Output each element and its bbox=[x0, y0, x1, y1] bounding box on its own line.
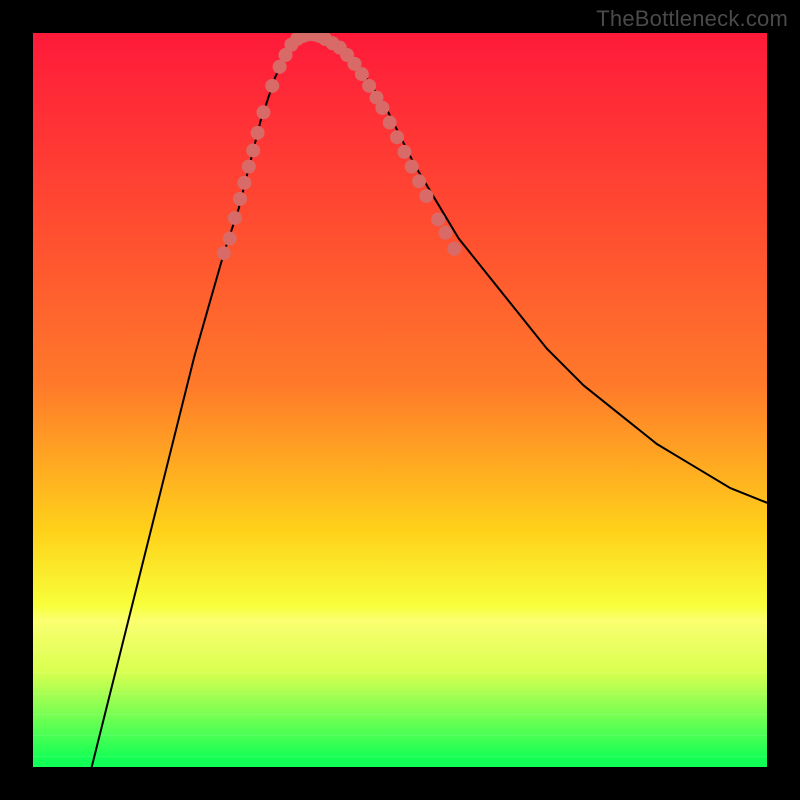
curve-dot bbox=[223, 232, 237, 246]
watermark-text: TheBottleneck.com bbox=[596, 6, 788, 32]
curve-dot bbox=[419, 189, 433, 203]
curve-dot bbox=[412, 174, 426, 188]
curve-dot bbox=[242, 160, 256, 174]
curve-dot bbox=[233, 192, 247, 206]
curve-dot bbox=[397, 145, 411, 159]
curve-dot bbox=[431, 212, 445, 226]
curve-dot bbox=[265, 79, 279, 93]
curve-dot bbox=[405, 160, 419, 174]
chart-frame: TheBottleneck.com bbox=[0, 0, 800, 800]
curve-dot bbox=[228, 211, 242, 225]
curve-dot bbox=[237, 176, 251, 190]
curve-dot bbox=[217, 246, 231, 260]
curve-dot bbox=[362, 79, 376, 93]
curve-dot bbox=[390, 130, 404, 144]
curve-dot bbox=[375, 101, 389, 115]
curve-dot bbox=[251, 126, 265, 140]
curve-dot bbox=[355, 67, 369, 81]
chart-svg bbox=[33, 33, 767, 767]
curve-dot bbox=[447, 242, 461, 256]
curve-dot bbox=[246, 143, 260, 157]
plot-area bbox=[33, 33, 767, 767]
curve-dot bbox=[439, 226, 453, 240]
curve-dot bbox=[256, 105, 270, 119]
curve-dot bbox=[383, 116, 397, 130]
